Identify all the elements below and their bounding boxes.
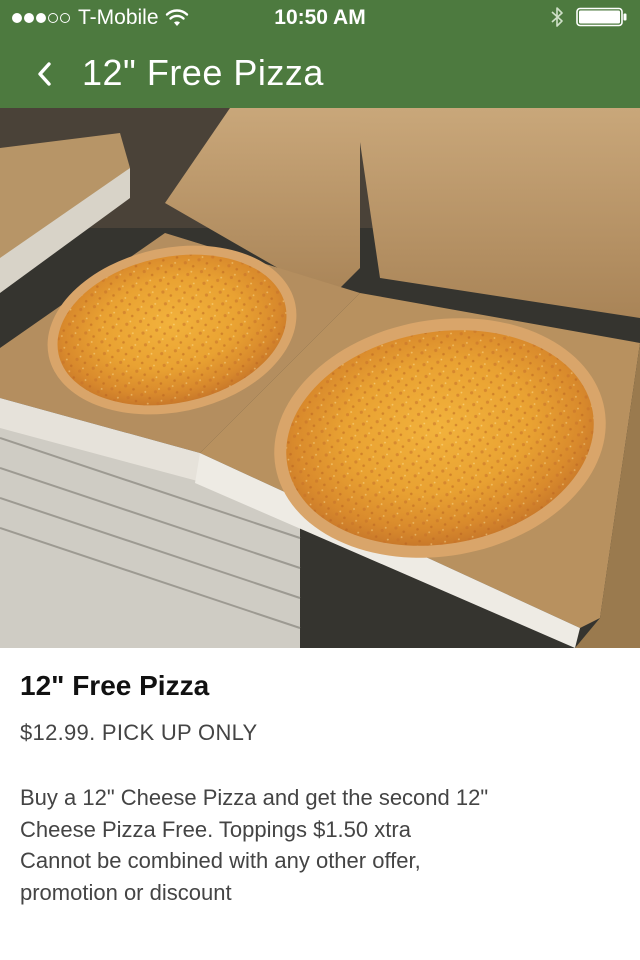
description-line: Cannot be combined with any other offer, [20,848,421,873]
battery-icon [576,7,627,27]
description-line: promotion or discount [20,879,232,905]
item-description: Buy a 12" Cheese Pizza and get the secon… [20,782,620,908]
app-header: T-Mobile 10:50 AM 12" Free Pizza [0,0,640,108]
item-photo [0,108,640,648]
bluetooth-icon [551,7,563,27]
item-title: 12" Free Pizza [20,670,210,701]
navigation-bar: 12" Free Pizza [0,36,640,108]
description-line: Buy a 12" Cheese Pizza and get the secon… [20,785,489,810]
item-price: $12.99. PICK UP ONLY [20,720,258,745]
status-right [550,6,628,28]
chevron-left-icon [38,62,51,86]
status-bar: T-Mobile 10:50 AM [0,0,640,36]
item-details: 12" Free Pizza $12.99. PICK UP ONLY Buy … [0,648,640,960]
status-time: 10:50 AM [274,6,366,29]
page-title: 12" Free Pizza [82,52,324,93]
back-button[interactable] [24,54,64,94]
description-line: Cheese Pizza Free. Toppings $1.50 xtra [20,816,411,842]
pizza-photo-image [0,108,640,648]
